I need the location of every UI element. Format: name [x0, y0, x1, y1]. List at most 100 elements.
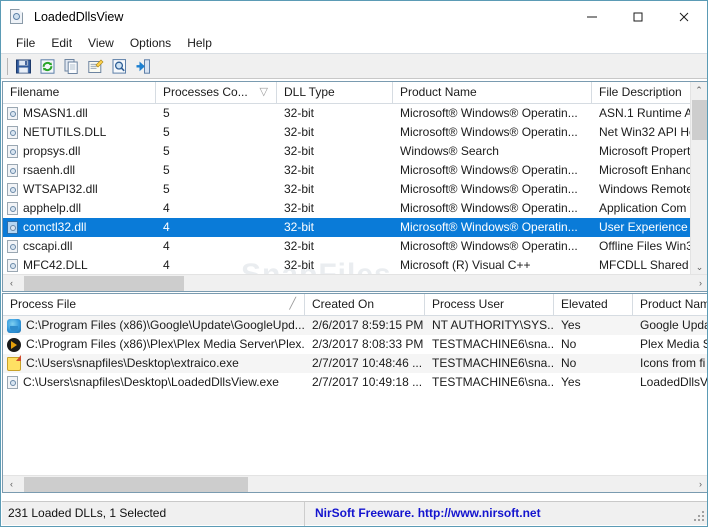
cell-process-user: NT AUTHORITY\SYS... [432, 318, 554, 332]
maximize-button[interactable] [615, 1, 661, 32]
cell-filename: WTSAPI32.dll [3, 180, 156, 199]
column-header-product-nam[interactable]: Product Nam [633, 294, 707, 316]
table-row[interactable]: MSASN1.dll 5 32-bit Microsoft® Windows® Ope… [3, 104, 707, 123]
column-header-file-description[interactable]: File Description [592, 82, 692, 104]
column-header-label: Process File [10, 297, 77, 311]
cell-file-description: Net Win32 API He [599, 125, 692, 139]
table-row[interactable]: rsaenh.dll 5 32-bit Microsoft® Windows® Ope… [3, 161, 707, 180]
horizontal-scroll-thumb[interactable] [24, 275, 184, 291]
dll-list-vertical-scrollbar[interactable]: ⌃ ⌄ [690, 82, 707, 291]
vertical-scroll-thumb[interactable] [692, 100, 707, 140]
copy-button[interactable] [60, 56, 83, 77]
find-button[interactable] [108, 56, 131, 77]
table-row[interactable]: C:\Users\snapfiles\Desktop\extraico.exe 2… [3, 354, 707, 373]
scroll-right-arrow[interactable]: › [692, 476, 707, 493]
cell-text: WTSAPI32.dll [23, 182, 98, 196]
column-header-product-name[interactable]: Product Name [393, 82, 592, 104]
resize-grip[interactable] [694, 511, 706, 523]
exit-button[interactable] [132, 56, 155, 77]
cell-text: MFC42.DLL [23, 258, 88, 272]
column-header-label: File Description [599, 85, 682, 99]
column-header-process-file[interactable]: Process File ╱ [3, 294, 305, 316]
dll-list-horizontal-scrollbar[interactable]: ‹ › [3, 274, 707, 292]
cell-file-description: Offline Files Win3 [599, 239, 692, 253]
table-row[interactable]: C:\Program Files (x86)\Google\Update\Goo… [3, 316, 707, 335]
column-header-label: Created On [312, 297, 375, 311]
table-row[interactable]: cscapi.dll 4 32-bit Microsoft® Windows® Ope… [3, 237, 707, 256]
cell-filename: comctl32.dll [3, 218, 156, 237]
table-row[interactable]: WTSAPI32.dll 5 32-bit Microsoft® Windows® O… [3, 180, 707, 199]
cell-process-file: C:\Users\snapfiles\Desktop\extraico.exe [3, 354, 305, 373]
menu-item-edit[interactable]: Edit [43, 34, 80, 52]
process-list-horizontal-scrollbar[interactable]: ‹ › [3, 475, 707, 493]
dll-file-icon [7, 145, 18, 158]
dll-file-icon [7, 202, 18, 215]
table-row[interactable]: apphelp.dll 4 32-bit Microsoft® Windows® Op… [3, 199, 707, 218]
cell-process-user: TESTMACHINE6\sna... [432, 375, 554, 389]
properties-button[interactable] [84, 56, 107, 77]
cell-created-on: 2/7/2017 10:49:18 ... [312, 375, 423, 389]
save-button[interactable] [12, 56, 35, 77]
cell-text: apphelp.dll [23, 201, 82, 215]
cell-text: MSASN1.dll [23, 106, 88, 120]
cell-created-on: 2/6/2017 8:59:15 PM [312, 318, 424, 332]
cell-product-name: Microsoft® Windows® Operatin... [400, 182, 578, 196]
cell-processes-count: 5 [163, 182, 170, 196]
title-bar: LoadedDllsView [1, 1, 707, 32]
cell-dll-type: 32-bit [284, 163, 315, 177]
cell-text: C:\Program Files (x86)\Plex\Plex Media S… [26, 337, 305, 351]
minimize-button[interactable] [569, 1, 615, 32]
scroll-left-arrow[interactable]: ‹ [3, 476, 20, 493]
dll-file-icon [7, 164, 18, 177]
menu-item-help[interactable]: Help [179, 34, 220, 52]
cell-elevated: Yes [561, 375, 581, 389]
scroll-up-arrow[interactable]: ⌃ [691, 82, 707, 99]
column-header-label: DLL Type [284, 85, 335, 99]
table-row[interactable]: C:\Program Files (x86)\Plex\Plex Media S… [3, 335, 707, 354]
table-row[interactable]: MFC42.DLL 4 32-bit Microsoft (R) Visual C++… [3, 256, 707, 275]
cell-file-description: MFCDLL Shared L [599, 258, 692, 272]
column-header-label: Processes Co... [163, 85, 248, 99]
cell-filename: NETUTILS.DLL [3, 123, 156, 142]
menu-item-view[interactable]: View [80, 34, 122, 52]
cell-created-on: 2/3/2017 8:08:33 PM [312, 337, 424, 351]
nirsoft-link[interactable]: NirSoft Freeware. http://www.nirsoft.net [305, 502, 705, 526]
cell-dll-type: 32-bit [284, 125, 315, 139]
cell-product-name: Microsoft® Windows® Operatin... [400, 220, 578, 234]
column-header-label: Filename [10, 85, 60, 99]
table-row[interactable]: C:\Users\snapfiles\Desktop\LoadedDllsVie… [3, 373, 707, 392]
table-row[interactable]: NETUTILS.DLL 5 32-bit Microsoft® Windows® O… [3, 123, 707, 142]
horizontal-scroll-thumb[interactable] [24, 476, 248, 492]
window-title: LoadedDllsView [34, 9, 124, 24]
cell-processes-count: 5 [163, 163, 170, 177]
menu-item-options[interactable]: Options [122, 34, 179, 52]
horizontal-scroll-track[interactable] [20, 275, 692, 292]
horizontal-scroll-track[interactable] [20, 476, 692, 493]
menu-item-file[interactable]: File [8, 34, 43, 52]
table-row[interactable]: comctl32.dll 4 32-bit Microsoft® Windows® O… [3, 218, 707, 237]
cell-file-description: Microsoft Propert [599, 144, 691, 158]
dll-list-header: Filename Processes Co... ▽ DLL Type Product … [3, 82, 707, 104]
table-row[interactable]: propsys.dll 5 32-bit Windows® Search Microso… [3, 142, 707, 161]
column-header-filename[interactable]: Filename [3, 82, 156, 104]
status-bar: 231 Loaded DLLs, 1 Selected NirSoft Free… [2, 501, 707, 526]
column-header-process-user[interactable]: Process User [425, 294, 554, 316]
cell-product-name: Plex Media S [640, 337, 708, 351]
scroll-right-arrow[interactable]: › [692, 275, 707, 292]
cell-dll-type: 32-bit [284, 182, 315, 196]
cell-filename: MSASN1.dll [3, 104, 156, 123]
column-header-created-on[interactable]: Created On [305, 294, 425, 316]
refresh-button[interactable] [36, 56, 59, 77]
cell-product-name: Microsoft® Windows® Operatin... [400, 201, 578, 215]
column-header-elevated[interactable]: Elevated [554, 294, 633, 316]
process-list-panel: Process File ╱ Created On Process User Eleva… [2, 293, 707, 493]
scroll-left-arrow[interactable]: ‹ [3, 275, 20, 292]
column-header-processes-co[interactable]: Processes Co... ▽ [156, 82, 277, 104]
cell-product-name: Microsoft® Windows® Operatin... [400, 125, 578, 139]
cell-elevated: No [561, 337, 577, 351]
sort-indicator-icon: ╱ [289, 298, 296, 310]
close-button[interactable] [661, 1, 707, 32]
toolbar [1, 54, 707, 79]
cell-processes-count: 4 [163, 220, 170, 234]
column-header-dll-type[interactable]: DLL Type [277, 82, 393, 104]
